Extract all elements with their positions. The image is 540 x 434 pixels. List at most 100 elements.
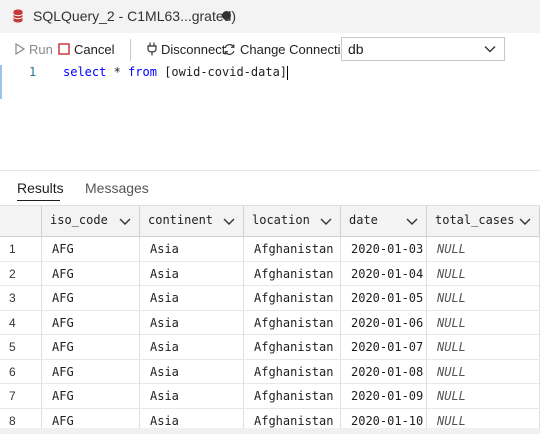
row-number-cell[interactable]: 1 xyxy=(0,237,42,261)
row-number-cell[interactable]: 2 xyxy=(0,261,42,286)
cell-value: Afghanistan xyxy=(254,266,334,281)
cell-value: NULL xyxy=(437,364,466,379)
cell-value: Asia xyxy=(150,364,179,379)
code-line[interactable]: select * from [owid-covid-data] xyxy=(63,65,289,80)
plug-icon xyxy=(147,42,157,56)
table-cell[interactable]: Asia xyxy=(140,286,244,310)
cell-value: 2020-01-05 xyxy=(351,291,424,305)
table-cell[interactable]: AFG xyxy=(42,335,140,359)
table-row[interactable]: 3 AFG Asia Afghanistan 2020-01-05 NULL xyxy=(0,286,540,311)
cell-value: AFG xyxy=(52,266,74,281)
column-header-label: continent xyxy=(148,213,214,227)
column-header[interactable]: location xyxy=(244,206,341,237)
unsaved-dot-icon[interactable] xyxy=(222,11,231,20)
column-header[interactable]: total_cases xyxy=(427,206,540,237)
column-header[interactable]: continent xyxy=(140,206,244,237)
cell-value: Afghanistan xyxy=(254,291,334,305)
table-cell[interactable]: 2020-01-09 xyxy=(341,384,427,408)
table-cell[interactable]: AFG xyxy=(42,261,140,286)
cell-value: Asia xyxy=(150,315,179,330)
cell-value: Asia xyxy=(150,242,179,256)
cell-value: 6 xyxy=(9,364,16,379)
table-cell[interactable]: NULL xyxy=(427,359,540,384)
table-cell[interactable]: Afghanistan xyxy=(244,310,341,335)
editor-results-splitter[interactable] xyxy=(0,170,540,171)
cell-value: NULL xyxy=(437,242,466,256)
table-row[interactable]: 5 AFG Asia Afghanistan 2020-01-07 NULL xyxy=(0,335,540,360)
results-grid[interactable]: iso_code continent location date total_c… xyxy=(0,205,540,434)
table-cell[interactable]: Asia xyxy=(140,335,244,359)
cell-value: Asia xyxy=(150,389,179,403)
toolbar-divider xyxy=(130,39,131,61)
column-header[interactable]: iso_code xyxy=(42,206,140,237)
table-cell[interactable]: Afghanistan xyxy=(244,359,341,384)
table-cell[interactable]: Asia xyxy=(140,261,244,286)
column-header[interactable]: date xyxy=(341,206,427,237)
stop-icon xyxy=(58,43,70,55)
table-cell[interactable]: 2020-01-08 xyxy=(341,359,427,384)
chevron-down-icon[interactable] xyxy=(320,217,332,226)
table-cell[interactable]: 2020-01-06 xyxy=(341,310,427,335)
table-cell[interactable]: Asia xyxy=(140,310,244,335)
table-cell[interactable]: Afghanistan xyxy=(244,261,341,286)
table-cell[interactable]: AFG xyxy=(42,237,140,261)
table-cell[interactable]: AFG xyxy=(42,310,140,335)
cell-value: Asia xyxy=(150,291,179,305)
table-cell[interactable]: AFG xyxy=(42,384,140,408)
table-cell[interactable]: NULL xyxy=(427,310,540,335)
keyword-select: select xyxy=(63,65,107,79)
row-number-cell[interactable]: 4 xyxy=(0,310,42,335)
table-cell[interactable]: NULL xyxy=(427,237,540,261)
table-row[interactable]: 6 AFG Asia Afghanistan 2020-01-08 NULL xyxy=(0,359,540,384)
change-connection-button[interactable]: Change Connection xyxy=(223,40,355,58)
run-button[interactable]: Run xyxy=(15,40,53,58)
table-cell[interactable]: NULL xyxy=(427,261,540,286)
cell-value: NULL xyxy=(437,389,466,403)
table-cell[interactable]: Afghanistan xyxy=(244,237,341,261)
chevron-down-icon[interactable] xyxy=(223,217,235,226)
row-number-cell[interactable]: 5 xyxy=(0,335,42,359)
tab-results[interactable]: Results xyxy=(17,180,64,196)
table-row[interactable]: 2 AFG Asia Afghanistan 2020-01-04 NULL xyxy=(0,261,540,286)
tab-messages[interactable]: Messages xyxy=(85,180,149,196)
table-cell[interactable]: Asia xyxy=(140,359,244,384)
row-number-cell[interactable]: 7 xyxy=(0,384,42,408)
table-row[interactable]: 4 AFG Asia Afghanistan 2020-01-06 NULL xyxy=(0,310,540,335)
query-editor[interactable]: 1 select * from [owid-covid-data] xyxy=(0,65,540,170)
table-cell[interactable]: Afghanistan xyxy=(244,335,341,359)
database-select[interactable]: db xyxy=(341,37,505,61)
table-cell[interactable]: Asia xyxy=(140,384,244,408)
chevron-down-icon[interactable] xyxy=(519,217,531,226)
table-cell[interactable]: AFG xyxy=(42,286,140,310)
active-tab-indicator xyxy=(17,200,60,201)
table-cell[interactable]: 2020-01-04 xyxy=(341,261,427,286)
table-cell[interactable]: 2020-01-05 xyxy=(341,286,427,310)
table-cell[interactable]: NULL xyxy=(427,335,540,359)
row-number-cell[interactable]: 6 xyxy=(0,359,42,384)
cell-value: NULL xyxy=(437,340,466,354)
table-cell[interactable]: 2020-01-03 xyxy=(341,237,427,261)
chevron-down-icon[interactable] xyxy=(406,217,418,226)
chevron-down-icon[interactable] xyxy=(119,217,131,226)
row-number-cell[interactable]: 3 xyxy=(0,286,42,310)
table-cell[interactable]: Afghanistan xyxy=(244,286,341,310)
table-cell[interactable]: Asia xyxy=(140,237,244,261)
table-row[interactable]: 7 AFG Asia Afghanistan 2020-01-09 NULL xyxy=(0,384,540,409)
disconnect-button[interactable]: Disconnect xyxy=(147,40,225,58)
cell-value: 1 xyxy=(9,242,16,256)
cancel-button[interactable]: Cancel xyxy=(58,40,114,58)
cell-value: 2020-01-09 xyxy=(351,389,424,403)
cell-value: NULL xyxy=(437,266,466,281)
table-cell[interactable]: NULL xyxy=(427,384,540,408)
table-cell[interactable]: Afghanistan xyxy=(244,384,341,408)
horizontal-scrollbar[interactable] xyxy=(0,428,540,434)
query-tab[interactable]: SQLQuery_2 - C1ML63...grated) xyxy=(0,0,246,33)
table-cell[interactable]: 2020-01-07 xyxy=(341,335,427,359)
cell-value: 2 xyxy=(9,266,16,281)
table-cell[interactable]: NULL xyxy=(427,286,540,310)
cell-value: Afghanistan xyxy=(254,389,334,403)
table-row[interactable]: 1 AFG Asia Afghanistan 2020-01-03 NULL xyxy=(0,237,540,262)
cell-value: Afghanistan xyxy=(254,242,334,256)
table-cell[interactable]: AFG xyxy=(42,359,140,384)
results-tabs: Results Messages xyxy=(0,173,540,203)
